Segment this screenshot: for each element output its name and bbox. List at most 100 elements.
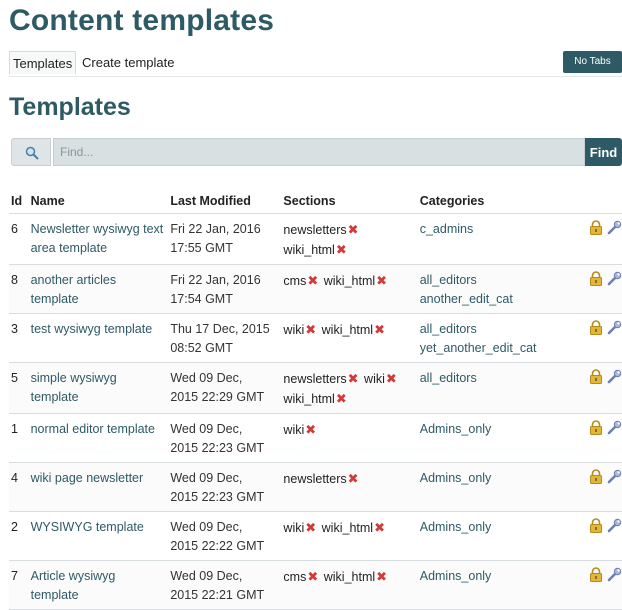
wrench-icon[interactable]	[607, 567, 622, 588]
modified-line: Wed 09 Dec,	[170, 569, 243, 583]
remove-x-icon[interactable]: ✖	[305, 320, 316, 339]
cell-actions	[578, 560, 622, 610]
cell-name: Article wysiwyg template	[28, 560, 169, 610]
section-label: wiki_html	[321, 521, 374, 535]
lock-icon[interactable]	[589, 420, 603, 441]
template-name-link[interactable]: test wysiwyg template	[31, 322, 153, 336]
cell-categories: Admins_only	[417, 413, 579, 463]
category-label: Admins_only	[419, 569, 492, 583]
modified-line: Wed 09 Dec,	[170, 422, 243, 436]
table-row: 6 Newsletter wysiwyg text area template Fr…	[9, 213, 622, 265]
wrench-icon[interactable]	[607, 320, 622, 341]
cell-sections: newsletters✖ wiki✖ wiki_html✖	[281, 362, 418, 414]
section-label: wiki_html	[323, 570, 376, 584]
cell-sections: newsletters✖	[281, 462, 418, 512]
category-label: all_editors	[419, 273, 477, 287]
remove-x-icon[interactable]: ✖	[307, 271, 318, 290]
lock-icon[interactable]	[589, 220, 603, 241]
cell-id: 2	[9, 511, 29, 561]
remove-x-icon[interactable]: ✖	[374, 518, 385, 537]
template-name-link[interactable]: wiki page newsletter	[31, 471, 144, 485]
template-name-link[interactable]: Article wysiwyg template	[31, 569, 116, 602]
template-name-link[interactable]: another articles template	[31, 273, 116, 306]
find-button[interactable]: Find	[585, 138, 622, 166]
remove-x-icon[interactable]: ✖	[336, 389, 347, 408]
category-label: Admins_only	[419, 520, 492, 534]
template-name-link[interactable]: Newsletter wysiwyg text area template	[31, 222, 164, 255]
template-name-link[interactable]: simple wysiwyg template	[31, 371, 117, 404]
modified-line: 2015 22:29 GMT	[170, 390, 265, 404]
wrench-icon[interactable]	[607, 518, 622, 539]
section-label: wiki_html	[321, 323, 374, 337]
remove-x-icon[interactable]: ✖	[336, 240, 347, 259]
template-name-link[interactable]: WYSIWYG template	[31, 520, 144, 534]
cell-name: normal editor template	[28, 413, 169, 463]
lock-icon[interactable]	[589, 320, 603, 341]
cell-last-modified: Wed 09 Dec, 2015 22:21 GMT	[168, 560, 282, 610]
lock-icon[interactable]	[589, 469, 603, 490]
tab-create-template[interactable]: Create template	[79, 51, 178, 74]
remove-x-icon[interactable]: ✖	[376, 271, 387, 290]
header-actions	[578, 188, 622, 214]
modified-line: Thu 17 Dec, 2015	[170, 322, 270, 336]
section-label: wiki_html	[323, 274, 376, 288]
wrench-icon[interactable]	[607, 469, 622, 490]
modified-line: 17:54 GMT	[170, 292, 233, 306]
cell-categories: c_admins	[417, 213, 579, 265]
search-icon	[11, 138, 51, 166]
header-last-modified[interactable]: Last Modified	[168, 188, 282, 214]
cell-name: test wysiwyg template	[28, 313, 169, 363]
section-tag: wiki✖	[283, 518, 318, 537]
remove-x-icon[interactable]: ✖	[376, 567, 387, 586]
cell-categories: Admins_only	[417, 462, 579, 512]
wrench-icon[interactable]	[607, 271, 622, 292]
remove-x-icon[interactable]: ✖	[305, 420, 316, 439]
lock-icon[interactable]	[589, 271, 603, 292]
section-tag: wiki_html✖	[321, 320, 387, 339]
section-label: wiki	[283, 521, 305, 535]
modified-line: 17:55 GMT	[170, 241, 233, 255]
remove-x-icon[interactable]: ✖	[374, 320, 385, 339]
remove-x-icon[interactable]: ✖	[386, 369, 397, 388]
category-label: c_admins	[419, 222, 474, 236]
cell-name: another articles template	[28, 264, 169, 314]
modified-line: 2015 22:21 GMT	[170, 588, 265, 602]
lock-icon[interactable]	[589, 567, 603, 588]
wrench-icon[interactable]	[607, 420, 622, 441]
cell-categories: all_editors yet_another_edit_cat	[417, 313, 579, 363]
section-tag: wiki_html✖	[323, 567, 389, 586]
header-name[interactable]: Name	[28, 188, 169, 214]
cell-actions	[578, 511, 622, 561]
cell-sections: cms✖ wiki_html✖	[281, 560, 418, 610]
lock-icon[interactable]	[589, 369, 603, 390]
lock-icon[interactable]	[589, 518, 603, 539]
remove-x-icon[interactable]: ✖	[348, 369, 359, 388]
modified-line: 2015 22:23 GMT	[170, 441, 265, 455]
remove-x-icon[interactable]: ✖	[348, 220, 359, 239]
search-bar: Find	[11, 138, 622, 166]
category-label: yet_another_edit_cat	[419, 341, 537, 355]
cell-id: 8	[9, 264, 29, 314]
tab-templates[interactable]: Templates	[9, 51, 77, 74]
header-id[interactable]: Id	[9, 188, 29, 214]
table-row: 2 WYSIWYG template Wed 09 Dec, 2015 22:22 G…	[9, 511, 622, 561]
cell-last-modified: Wed 09 Dec, 2015 22:23 GMT	[168, 413, 282, 463]
wrench-icon[interactable]	[607, 369, 622, 390]
template-name-link[interactable]: normal editor template	[31, 422, 155, 436]
section-tag: wiki_html✖	[321, 518, 387, 537]
cell-id: 5	[9, 362, 29, 414]
remove-x-icon[interactable]: ✖	[305, 518, 316, 537]
category-label: all_editors	[419, 371, 477, 385]
section-tag: newsletters✖	[283, 369, 360, 388]
search-input[interactable]	[53, 138, 585, 166]
wrench-icon[interactable]	[607, 220, 622, 241]
no-tabs-button[interactable]: No Tabs	[563, 51, 622, 73]
section-title: Templates	[9, 93, 131, 121]
remove-x-icon[interactable]: ✖	[348, 469, 359, 488]
section-tag: cms✖	[283, 271, 320, 290]
header-categories: Categories	[417, 188, 579, 214]
remove-x-icon[interactable]: ✖	[307, 567, 318, 586]
cell-categories: all_editors	[417, 362, 579, 414]
section-label: cms	[283, 274, 307, 288]
category-label: all_editors	[419, 322, 477, 336]
